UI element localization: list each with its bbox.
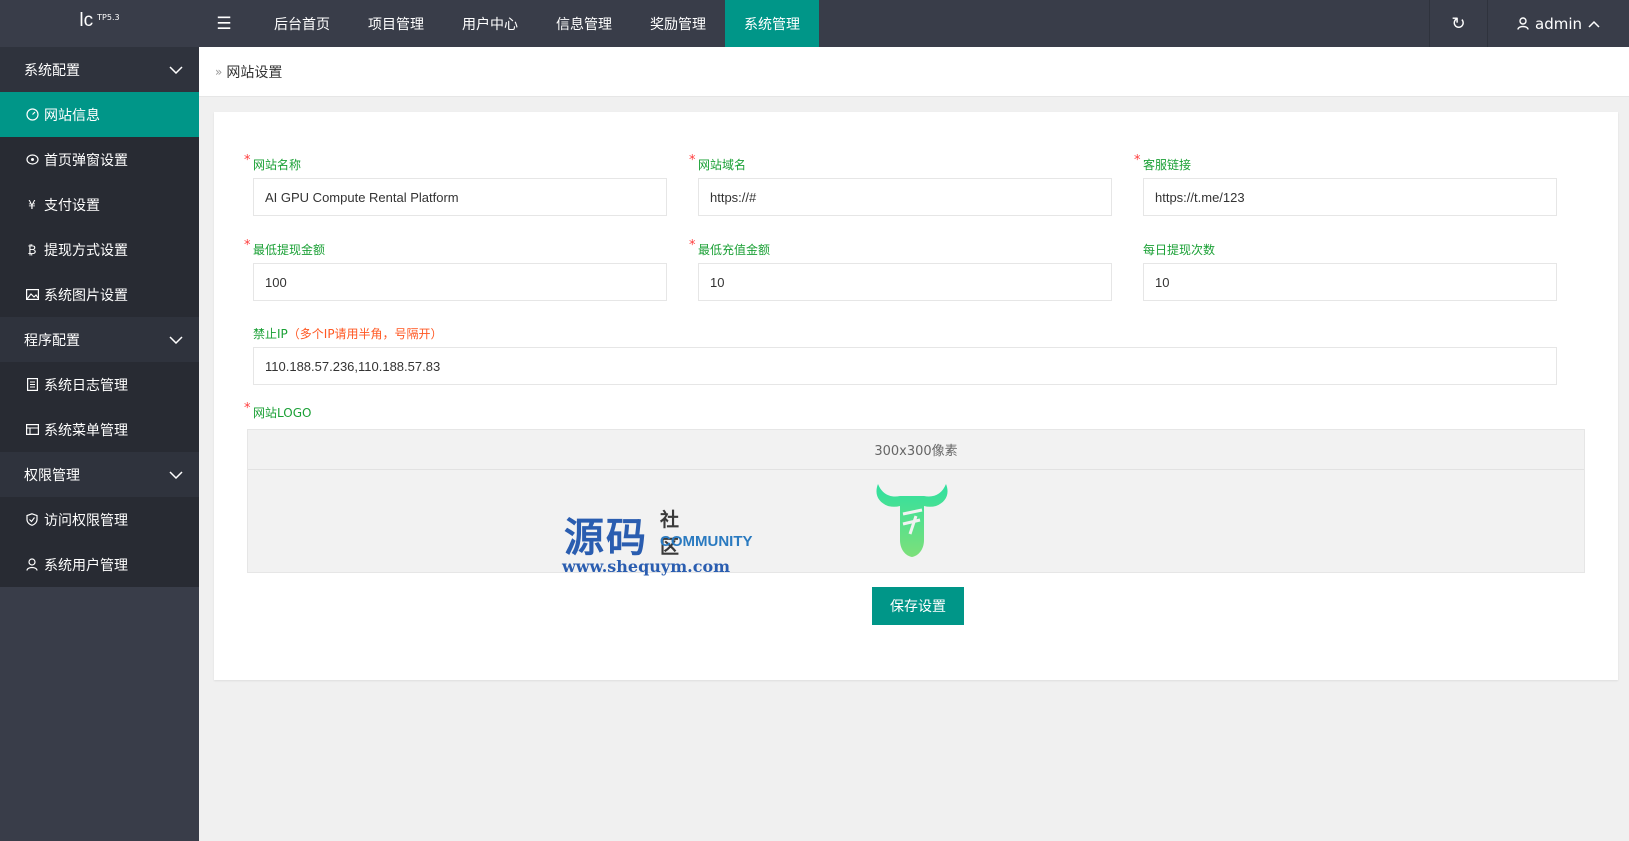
chevron-up-icon <box>1588 20 1600 28</box>
field-ban-ip: 禁止IP（多个IP请用半角，号隔开） <box>253 325 1557 385</box>
required-mark: * <box>689 153 696 168</box>
sidebar-item-label: 访问权限管理 <box>44 512 128 529</box>
app-logo[interactable]: lc TP5.3 <box>0 0 199 47</box>
settings-card: *网站名称 *网站域名 *客服链接 *最低提现金额 *最低充值金额 每日提现次数… <box>214 112 1618 680</box>
sidebar-item-site-info[interactable]: 网站信息 <box>0 92 199 137</box>
nav-item-users[interactable]: 用户中心 <box>443 0 537 47</box>
yen-icon: ¥ <box>28 197 36 212</box>
sidebar-group-system-config[interactable]: 系统配置 <box>0 47 199 92</box>
sidebar-item-access[interactable]: 访问权限管理 <box>0 497 199 542</box>
breadcrumb-current: 网站设置 <box>226 64 283 81</box>
sidebar-group-program-config[interactable]: 程序配置 <box>0 317 199 362</box>
site-domain-input[interactable] <box>698 178 1112 216</box>
logo-text: lc <box>79 10 94 31</box>
min-withdraw-input[interactable] <box>253 263 667 301</box>
ban-ip-input[interactable] <box>253 347 1557 385</box>
sidebar-item-label: 网站信息 <box>44 107 100 124</box>
sidebar-item-label: 系统图片设置 <box>44 287 128 304</box>
required-mark: * <box>244 153 251 168</box>
min-recharge-label: 最低充值金额 <box>698 243 771 257</box>
username: admin <box>1535 14 1582 33</box>
user-menu[interactable]: admin <box>1487 0 1629 47</box>
gauge-icon <box>24 108 40 121</box>
sidebar-group-permissions[interactable]: 权限管理 <box>0 452 199 497</box>
user-icon <box>1517 17 1529 30</box>
top-nav: 后台首页 项目管理 用户中心 信息管理 奖励管理 系统管理 <box>255 0 819 47</box>
version-label: TP5.3 <box>97 13 120 22</box>
service-link-label: 客服链接 <box>1143 158 1192 172</box>
save-button[interactable]: 保存设置 <box>872 587 964 625</box>
sidebar-toggle-icon[interactable]: ☰ <box>199 0 249 47</box>
field-service-link: * 客服链接 <box>1134 153 1557 216</box>
site-domain-label: 网站域名 <box>698 158 747 172</box>
watermark: 源码 社区 COMMUNITY www.shequym.com <box>562 505 753 576</box>
sidebar-item-sys-users[interactable]: 系统用户管理 <box>0 542 199 587</box>
field-daily-withdraw: 每日提现次数 <box>1143 241 1557 301</box>
watermark-url: www.shequym.com <box>562 557 731 576</box>
daily-withdraw-input[interactable] <box>1143 263 1557 301</box>
sidebar-item-logs[interactable]: 系统日志管理 <box>0 362 199 407</box>
sidebar-item-label: 提现方式设置 <box>44 242 128 259</box>
logo-upload-area[interactable]: 300x300像素 <box>247 429 1585 573</box>
bitcoin-icon: ₿ <box>27 242 37 257</box>
sidebar-item-label: 系统用户管理 <box>44 557 128 574</box>
logo-size-hint: 300x300像素 <box>248 430 1584 470</box>
sidebar-item-withdraw-methods[interactable]: ₿ 提现方式设置 <box>0 227 199 272</box>
nav-item-home[interactable]: 后台首页 <box>255 0 349 47</box>
sidebar-group-label: 程序配置 <box>24 332 80 349</box>
min-withdraw-label: 最低提现金额 <box>253 243 326 257</box>
sidebar-item-payment[interactable]: ¥ 支付设置 <box>0 182 199 227</box>
ban-ip-label: 禁止IP <box>253 327 288 341</box>
required-mark: * <box>1134 153 1141 168</box>
site-name-label: 网站名称 <box>253 158 302 172</box>
sidebar-group-label: 权限管理 <box>24 467 80 484</box>
required-mark: * <box>244 401 251 416</box>
field-site-domain: * 网站域名 <box>689 153 1112 216</box>
nav-item-info[interactable]: 信息管理 <box>537 0 631 47</box>
daily-withdraw-label: 每日提现次数 <box>1143 243 1216 257</box>
user-icon <box>24 558 40 571</box>
sidebar: 系统配置 网站信息 首页弹窗设置 ¥ 支付设置 ₿ 提现方式设置 系统图片设置 … <box>0 47 199 841</box>
top-header: lc TP5.3 ☰ 后台首页 项目管理 用户中心 信息管理 奖励管理 系统管理… <box>0 0 1629 47</box>
breadcrumb: » 网站设置 <box>199 47 1629 97</box>
sidebar-item-label: 首页弹窗设置 <box>44 152 128 169</box>
chevron-down-icon <box>169 65 183 74</box>
service-link-input[interactable] <box>1143 178 1557 216</box>
ban-ip-tip: （多个IP请用半角，号隔开） <box>287 327 443 341</box>
site-name-input[interactable] <box>253 178 667 216</box>
nav-item-projects[interactable]: 项目管理 <box>349 0 443 47</box>
watermark-small-text: 社区 <box>660 509 680 558</box>
refresh-icon[interactable]: ↻ <box>1429 0 1487 47</box>
field-min-recharge: * 最低充值金额 <box>689 238 1112 301</box>
min-recharge-input[interactable] <box>698 263 1112 301</box>
popup-icon <box>24 154 40 165</box>
sidebar-item-popup[interactable]: 首页弹窗设置 <box>0 137 199 182</box>
chevron-down-icon <box>169 470 183 479</box>
sidebar-item-label: 支付设置 <box>44 197 100 214</box>
watermark-community-text: COMMUNITY <box>660 533 753 550</box>
sidebar-group-label: 系统配置 <box>24 62 80 79</box>
required-mark: * <box>244 238 251 253</box>
field-logo: * 网站LOGO <box>244 401 553 420</box>
menu-icon <box>24 424 40 435</box>
nav-item-rewards[interactable]: 奖励管理 <box>631 0 725 47</box>
watermark-big-text: 源码 <box>564 514 648 561</box>
sidebar-item-label: 系统菜单管理 <box>44 422 128 439</box>
field-min-withdraw: * 最低提现金额 <box>244 238 667 301</box>
image-icon <box>24 289 40 300</box>
double-chevron-right-icon: » <box>215 64 223 79</box>
sidebar-item-images[interactable]: 系统图片设置 <box>0 272 199 317</box>
nav-item-system[interactable]: 系统管理 <box>725 0 819 47</box>
logo-label: 网站LOGO <box>253 406 312 420</box>
chevron-down-icon <box>169 335 183 344</box>
log-icon <box>24 378 40 391</box>
bull-logo-image <box>876 484 948 557</box>
shield-icon <box>24 513 40 526</box>
sidebar-item-menus[interactable]: 系统菜单管理 <box>0 407 199 452</box>
field-site-name: * 网站名称 <box>244 153 667 216</box>
sidebar-item-label: 系统日志管理 <box>44 377 128 394</box>
required-mark: * <box>689 238 696 253</box>
